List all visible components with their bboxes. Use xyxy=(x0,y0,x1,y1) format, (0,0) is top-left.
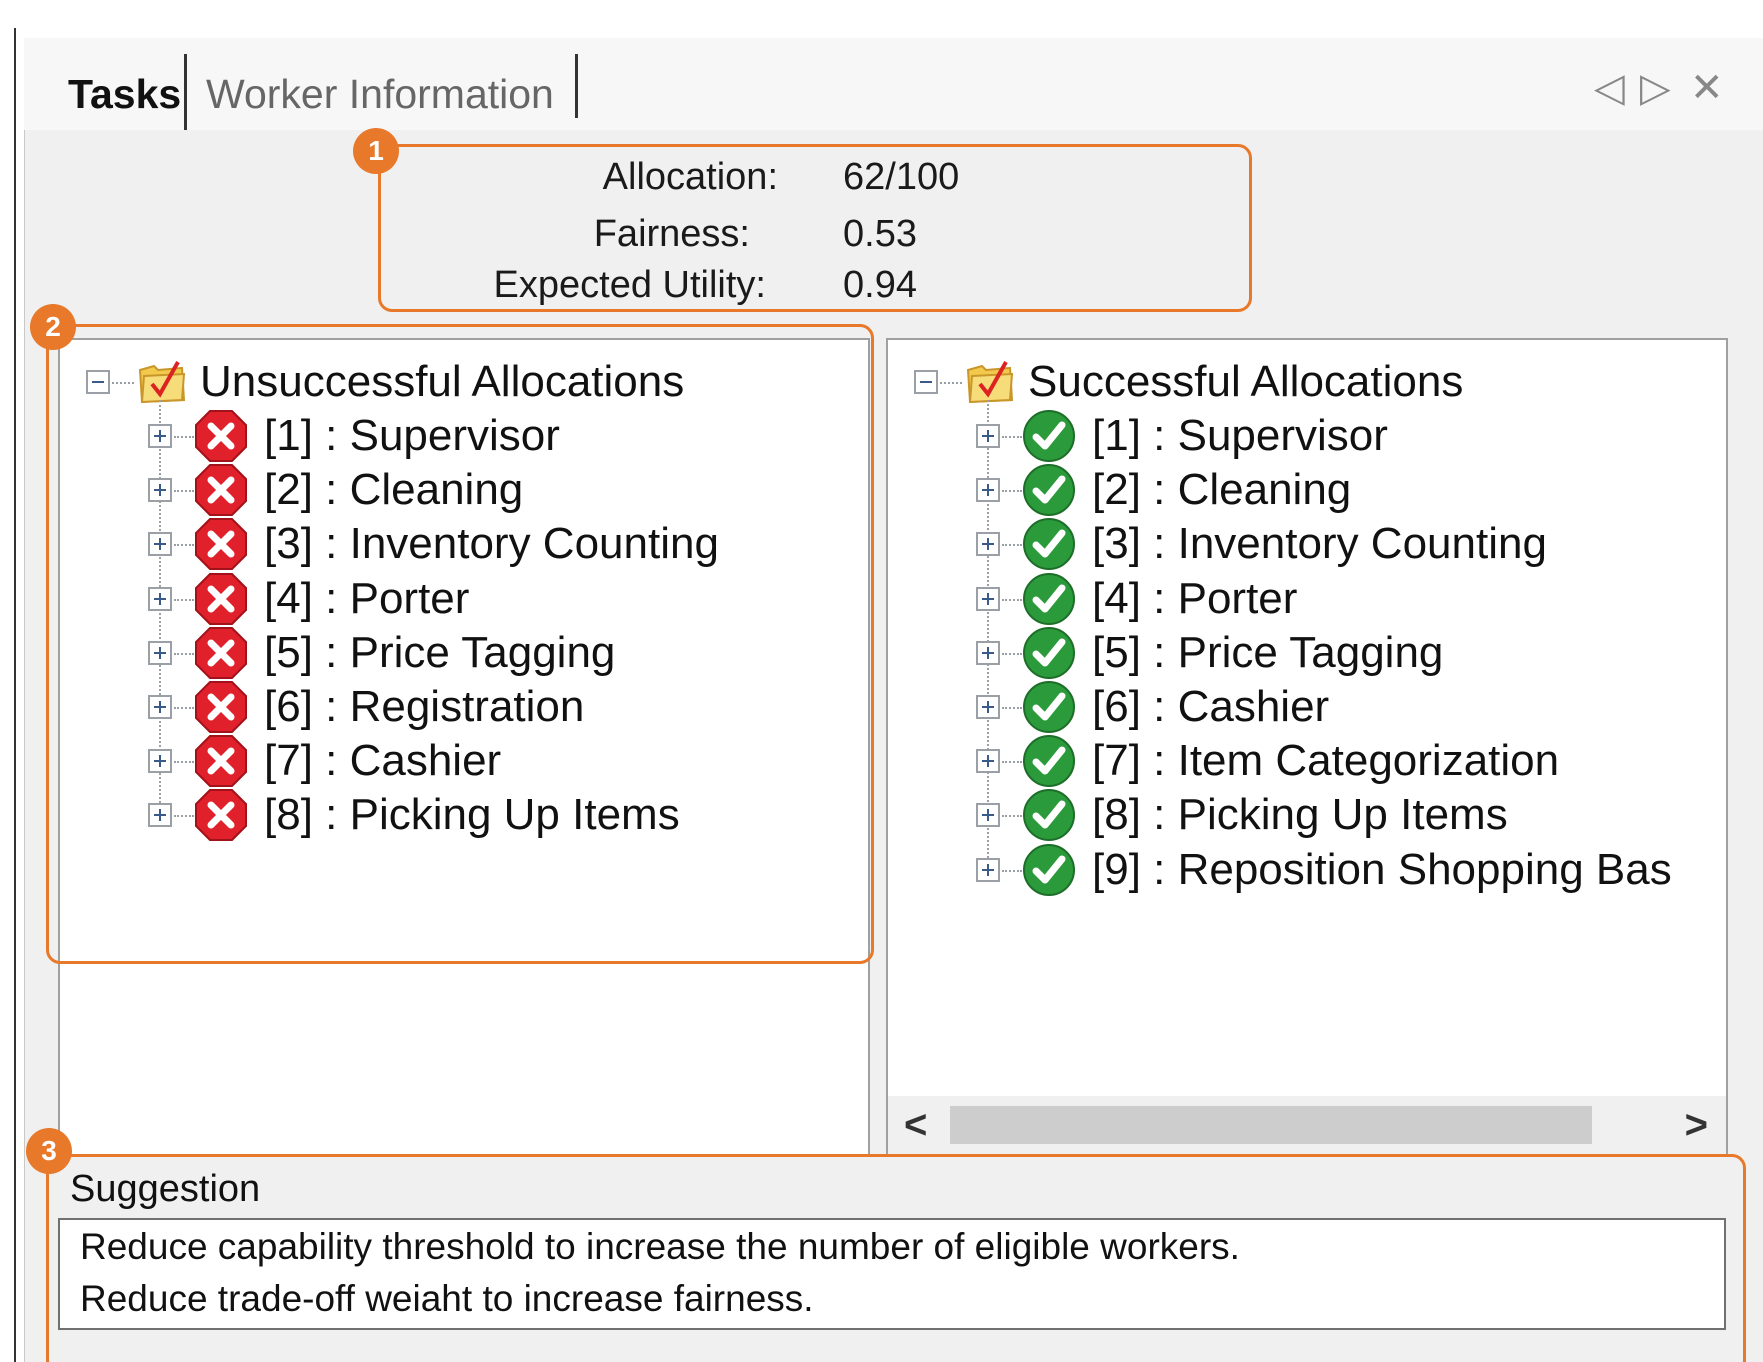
green-check-icon xyxy=(1022,626,1076,685)
tree-connector xyxy=(1002,707,1022,709)
tree-item[interactable]: [5] : Price Tagging xyxy=(888,625,1726,681)
tab-tasks[interactable]: Tasks xyxy=(68,62,181,126)
expand-icon[interactable] xyxy=(976,803,1000,828)
expand-icon[interactable] xyxy=(976,478,1000,503)
tree-connector xyxy=(1002,490,1022,493)
green-check-icon xyxy=(1022,463,1076,522)
expand-icon[interactable] xyxy=(976,857,1000,882)
green-check-icon xyxy=(1022,517,1076,576)
allocation-label: Allocation: xyxy=(602,156,778,198)
tree-item-label: [3] : Inventory Counting xyxy=(1092,519,1547,569)
window-edge xyxy=(14,28,16,1362)
tab-separator xyxy=(184,54,187,130)
scroll-left-arrow[interactable]: < xyxy=(904,1100,927,1150)
expand-icon[interactable] xyxy=(976,586,1000,611)
allocation-summary: Allocation: 62/100 Fairness: 0.53 Expect… xyxy=(378,146,1252,310)
tree-item-label: [7] : Item Categorization xyxy=(1092,736,1560,786)
expected-utility-label: Expected Utility: xyxy=(493,264,766,306)
expand-icon[interactable] xyxy=(976,640,1000,665)
callout-badge-2: 2 xyxy=(30,304,76,350)
tree-item[interactable]: [6] : Cashier xyxy=(888,679,1726,735)
expand-icon[interactable] xyxy=(976,424,1000,448)
tree-item-label: [1] : Supervisor xyxy=(1092,411,1388,460)
fairness-value: 0.53 xyxy=(843,213,917,255)
tree-item-label: [5] : Price Tagging xyxy=(1092,627,1444,677)
fairness-label: Fairness: xyxy=(593,213,750,255)
tree-item-label: [6] : Cashier xyxy=(1092,682,1330,731)
tree-item[interactable]: [1] : Supervisor xyxy=(888,408,1726,464)
expected-utility-value: 0.94 xyxy=(843,264,917,306)
tab-worker-information[interactable]: Worker Information xyxy=(206,62,554,126)
tree-item-label: [2] : Cleaning xyxy=(1092,465,1352,515)
tree-connector xyxy=(1002,544,1022,547)
scroll-tabs-left-icon[interactable]: ◁ xyxy=(1594,60,1625,116)
callout-unsuccessful xyxy=(46,324,874,964)
successful-allocations-tree[interactable]: < > Successful Allocations [1] : Supervis… xyxy=(886,338,1728,1156)
expand-icon[interactable] xyxy=(976,695,1000,719)
tree-connector xyxy=(1002,652,1022,655)
green-check-icon xyxy=(1022,843,1076,902)
tree-connector xyxy=(1002,869,1022,872)
tree-root-label: Successful Allocations xyxy=(1028,357,1464,406)
collapse-icon[interactable] xyxy=(914,370,938,394)
tree-item-label: [8] : Picking Up Items xyxy=(1092,790,1508,840)
tab-separator xyxy=(575,54,578,118)
expand-icon[interactable] xyxy=(976,749,1000,774)
tree-item-label: [9] : Reposition Shopping Bas xyxy=(1092,844,1672,894)
tree-item[interactable]: [8] : Picking Up Items xyxy=(888,787,1726,843)
allocation-value: 62/100 xyxy=(843,156,960,198)
green-check-icon xyxy=(1022,734,1076,793)
expand-icon[interactable] xyxy=(976,532,1000,557)
tree-item[interactable]: [3] : Inventory Counting xyxy=(888,516,1726,572)
tree-connector xyxy=(940,382,962,384)
tree-item[interactable]: [4] : Porter xyxy=(888,571,1726,627)
tree-connector xyxy=(1002,436,1022,438)
close-icon[interactable]: ✕ xyxy=(1690,60,1724,116)
green-check-icon xyxy=(1022,788,1076,847)
green-check-icon xyxy=(1022,572,1076,631)
tree-connector xyxy=(1002,761,1022,764)
horizontal-scrollbar[interactable]: < > xyxy=(888,1096,1726,1154)
scroll-tabs-right-icon[interactable]: ▷ xyxy=(1640,60,1671,116)
tree-item[interactable]: [9] : Reposition Shopping Bas xyxy=(888,842,1726,898)
green-check-icon xyxy=(1022,409,1076,468)
scrollbar-thumb[interactable] xyxy=(950,1106,1592,1144)
callout-badge-3: 3 xyxy=(26,1128,72,1174)
green-check-icon xyxy=(1022,680,1076,739)
tree-connector xyxy=(1002,598,1022,601)
tree-item[interactable]: [7] : Item Categorization xyxy=(888,733,1726,789)
tree-connector xyxy=(1002,815,1022,818)
tree-root-node[interactable]: Successful Allocations xyxy=(888,354,1726,410)
callout-suggestion xyxy=(46,1154,1746,1362)
checklist-folder-icon xyxy=(964,356,1016,411)
tree-item[interactable]: [2] : Cleaning xyxy=(888,462,1726,518)
scroll-right-arrow[interactable]: > xyxy=(1685,1100,1708,1150)
tree-item-label: [4] : Porter xyxy=(1092,573,1298,623)
